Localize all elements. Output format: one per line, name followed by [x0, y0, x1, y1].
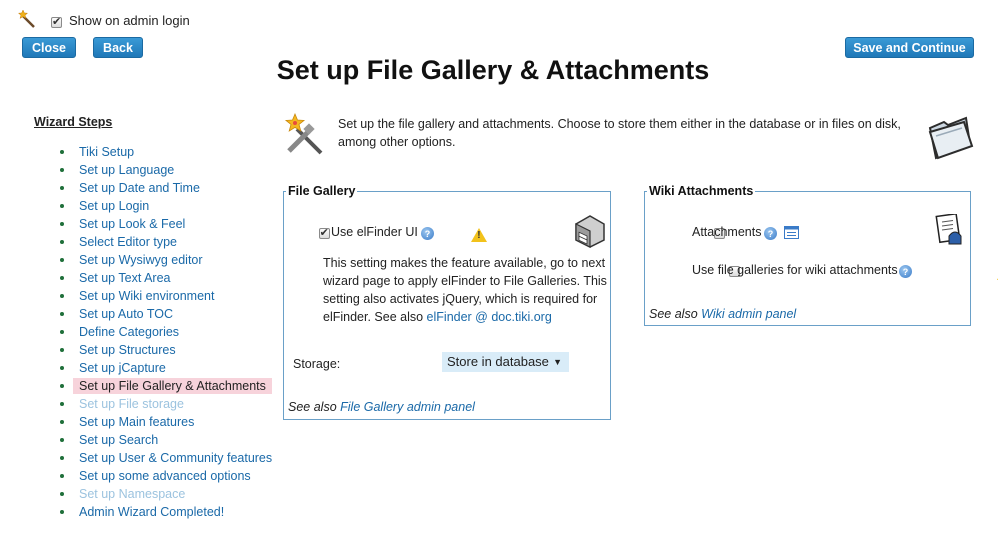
intro-line-2: among other options.: [338, 135, 456, 149]
wizard-step-label[interactable]: Set up Wiki environment: [79, 289, 214, 303]
wizard-step-label[interactable]: Set up Search: [79, 433, 158, 447]
use-file-galleries-label: Use file galleries for wiki attachments: [692, 263, 898, 277]
wizard-steps-list: Tiki Setup Set up Language Set up Date and…: [60, 144, 272, 522]
show-on-admin-login-checkbox[interactable]: [51, 15, 62, 28]
wizard-step-item: Set up File storage: [60, 396, 272, 414]
storage-label: Storage:: [293, 357, 341, 371]
wizard-step-item[interactable]: Set up Structures: [60, 342, 272, 360]
wizard-step-label[interactable]: Define Categories: [79, 325, 179, 339]
intro-text: Set up the file gallery and attachments.…: [338, 115, 908, 151]
wizard-step-item[interactable]: Set up some advanced options: [60, 468, 272, 486]
wizard-step-label: Set up Namespace: [79, 487, 186, 501]
help-icon[interactable]: ?: [764, 227, 777, 240]
storage-select[interactable]: Store in database ▼: [442, 352, 569, 372]
elfinder-doc-link[interactable]: elFinder @ doc.tiki.org: [427, 310, 552, 324]
wizard-step-label[interactable]: Set up User & Community features: [79, 451, 272, 465]
wiki-attachments-legend: Wiki Attachments: [649, 184, 754, 198]
wizard-step-item[interactable]: Set up Text Area: [60, 270, 272, 288]
attachments-label: Attachments: [692, 225, 762, 239]
wizard-step-item[interactable]: Set up User & Community features: [60, 450, 272, 468]
file-gallery-admin-panel-link[interactable]: File Gallery admin panel: [340, 400, 475, 414]
wizard-step-label[interactable]: Tiki Setup: [79, 145, 134, 159]
wizard-step-item: Set up Namespace: [60, 486, 272, 504]
file-gallery-legend: File Gallery: [288, 184, 356, 198]
show-on-admin-login-label: Show on admin login: [69, 13, 190, 28]
help-icon[interactable]: ?: [899, 265, 912, 278]
wizard-step-item: Set up File Gallery & Attachments: [60, 378, 272, 396]
page-title: Set up File Gallery & Attachments: [276, 55, 710, 85]
help-icon[interactable]: ?: [421, 227, 434, 240]
wizard-wand-icon: [17, 9, 38, 30]
wizard-step-label[interactable]: Set up jCapture: [79, 361, 166, 375]
wizard-step-label[interactable]: Set up Main features: [79, 415, 194, 429]
elfinder-description: This setting makes the feature available…: [323, 254, 608, 326]
wizard-step-label[interactable]: Set up some advanced options: [79, 469, 251, 483]
wizard-step-label[interactable]: Select Editor type: [79, 235, 177, 249]
storage-select-value: Store in database: [447, 354, 549, 369]
folder-icon: [926, 114, 974, 160]
wizard-step-item[interactable]: Set up Wysiwyg editor: [60, 252, 272, 270]
wizard-step-item[interactable]: Set up Wiki environment: [60, 288, 272, 306]
wizard-step-label[interactable]: Set up Auto TOC: [79, 307, 173, 321]
wizard-step-label: Set up File Gallery & Attachments: [73, 378, 272, 394]
wizard-step-item[interactable]: Select Editor type: [60, 234, 272, 252]
wizard-step-item[interactable]: Admin Wizard Completed!: [60, 504, 272, 522]
wizard-step-item[interactable]: Set up Login: [60, 198, 272, 216]
wizard-step-label[interactable]: Set up Language: [79, 163, 174, 177]
wizard-tools-icon: [283, 112, 327, 157]
intro-line-1: Set up the file gallery and attachments.…: [338, 117, 901, 131]
desc-line-3: setting also activates jQuery, which is …: [323, 292, 598, 306]
admin-panel-icon[interactable]: [784, 226, 799, 239]
file-cabinet-icon: [572, 214, 606, 248]
wizard-step-label[interactable]: Set up Wysiwyg editor: [79, 253, 203, 267]
wizard-steps-title: Wizard Steps: [34, 115, 113, 129]
desc-line-1: This setting makes the feature available…: [323, 256, 606, 270]
desc-line-4: elFinder. See also: [323, 310, 424, 324]
wizard-step-item[interactable]: Set up jCapture: [60, 360, 272, 378]
use-elfinder-checkbox[interactable]: [318, 226, 330, 239]
wizard-step-label: Set up File storage: [79, 397, 184, 411]
wizard-step-label[interactable]: Set up Look & Feel: [79, 217, 185, 231]
wizard-step-item[interactable]: Define Categories: [60, 324, 272, 342]
wizard-step-label[interactable]: Set up Date and Time: [79, 181, 200, 195]
wizard-step-item[interactable]: Set up Main features: [60, 414, 272, 432]
wiki-see-also: See also Wiki admin panel: [649, 307, 796, 321]
wizard-step-item[interactable]: Set up Auto TOC: [60, 306, 272, 324]
wizard-step-label[interactable]: Set up Text Area: [79, 271, 171, 285]
desc-line-2: wizard page to apply elFinder to File Ga…: [323, 274, 607, 288]
use-elfinder-label: Use elFinder UI: [331, 225, 418, 239]
wizard-step-label[interactable]: Set up Login: [79, 199, 149, 213]
wizard-step-label[interactable]: Set up Structures: [79, 343, 176, 357]
file-gallery-see-also: See also File Gallery admin panel: [288, 400, 475, 414]
wizard-step-item[interactable]: Set up Search: [60, 432, 272, 450]
wizard-step-item[interactable]: Set up Date and Time: [60, 180, 272, 198]
wizard-step-item[interactable]: Set up Language: [60, 162, 272, 180]
wiki-admin-panel-link[interactable]: Wiki admin panel: [701, 307, 796, 321]
wiki-attachments-fieldset: Wiki Attachments: [644, 184, 971, 326]
see-also-prefix: See also: [288, 400, 337, 414]
warning-icon: [471, 227, 488, 242]
wizard-step-item[interactable]: Tiki Setup: [60, 144, 272, 162]
chevron-down-icon: ▼: [553, 357, 562, 367]
wizard-step-item[interactable]: Set up Look & Feel: [60, 216, 272, 234]
wiki-page-icon: [935, 212, 965, 246]
see-also-prefix: See also: [649, 307, 698, 321]
wizard-step-label[interactable]: Admin Wizard Completed!: [79, 505, 224, 519]
